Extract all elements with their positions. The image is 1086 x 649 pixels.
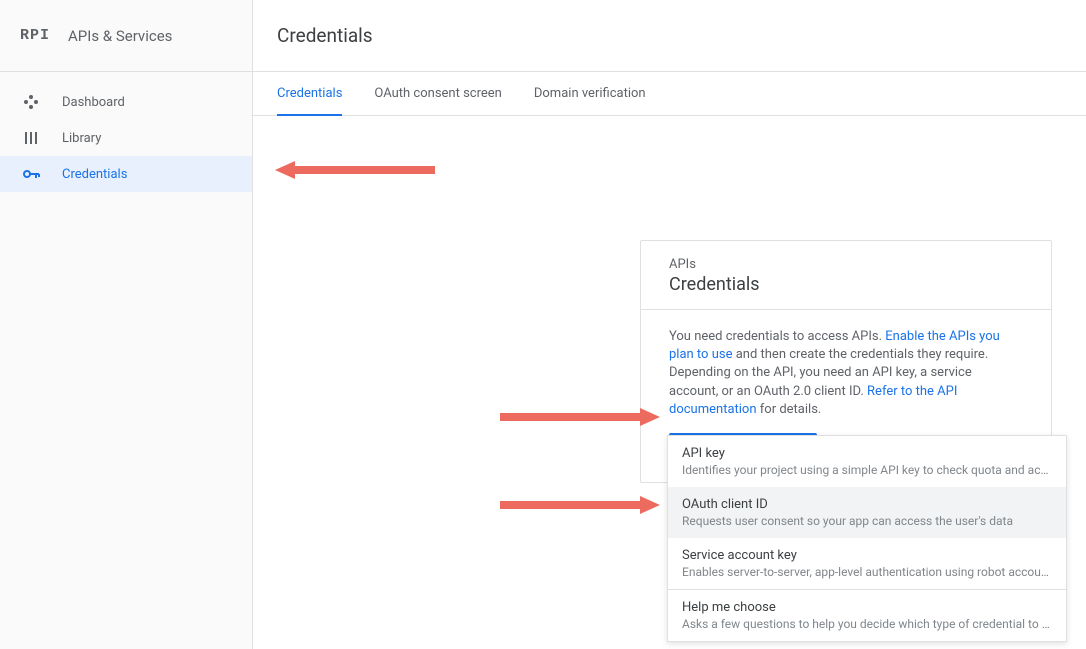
main-header: Credentials	[253, 0, 1086, 72]
sidebar-title: APIs & Services	[68, 27, 172, 45]
create-credentials-dropdown: API key Identifies your project using a …	[667, 435, 1067, 642]
sidebar-item-credentials[interactable]: Credentials	[0, 156, 252, 192]
dropdown-item-desc: Identifies your project using a simple A…	[682, 463, 1052, 477]
sidebar-item-library[interactable]: Library	[0, 120, 252, 156]
dropdown-item-title: Service account key	[682, 548, 1052, 563]
card-title: Credentials	[669, 274, 1023, 295]
sidebar-item-label: Dashboard	[62, 95, 125, 110]
dropdown-item-title: OAuth client ID	[682, 497, 1052, 512]
dropdown-item-help-me-choose[interactable]: Help me choose Asks a few questions to h…	[668, 590, 1066, 641]
sidebar-item-label: Credentials	[62, 167, 127, 182]
tab-domain-verification[interactable]: Domain verification	[534, 72, 646, 116]
card-header: APIs Credentials	[641, 241, 1051, 310]
key-icon	[20, 163, 42, 185]
library-icon	[20, 127, 42, 149]
sidebar-item-label: Library	[62, 131, 101, 146]
card-eyebrow: APIs	[669, 257, 1023, 272]
card-text: You need credentials to access APIs.	[669, 329, 885, 344]
api-logo: RPI	[20, 27, 50, 44]
dropdown-item-title: Help me choose	[682, 600, 1052, 615]
tab-credentials[interactable]: Credentials	[277, 72, 342, 116]
dropdown-item-service-account-key[interactable]: Service account key Enables server-to-se…	[668, 538, 1066, 589]
page-title: Credentials	[277, 24, 373, 47]
dropdown-item-api-key[interactable]: API key Identifies your project using a …	[668, 436, 1066, 487]
dropdown-item-desc: Asks a few questions to help you decide …	[682, 617, 1052, 631]
dashboard-icon	[20, 91, 42, 113]
sidebar: RPI APIs & Services Dashboard Library	[0, 0, 253, 649]
dropdown-item-oauth-client-id[interactable]: OAuth client ID Requests user consent so…	[668, 487, 1066, 538]
card-text: for details.	[757, 402, 822, 417]
dropdown-item-desc: Enables server-to-server, app-level auth…	[682, 565, 1052, 579]
tab-row: Credentials OAuth consent screen Domain …	[253, 72, 1086, 116]
sidebar-header: RPI APIs & Services	[0, 0, 252, 72]
sidebar-nav: Dashboard Library Credentials	[0, 72, 252, 192]
dropdown-item-desc: Requests user consent so your app can ac…	[682, 514, 1052, 528]
tab-oauth-consent[interactable]: OAuth consent screen	[374, 72, 501, 116]
dropdown-item-title: API key	[682, 446, 1052, 461]
sidebar-item-dashboard[interactable]: Dashboard	[0, 84, 252, 120]
